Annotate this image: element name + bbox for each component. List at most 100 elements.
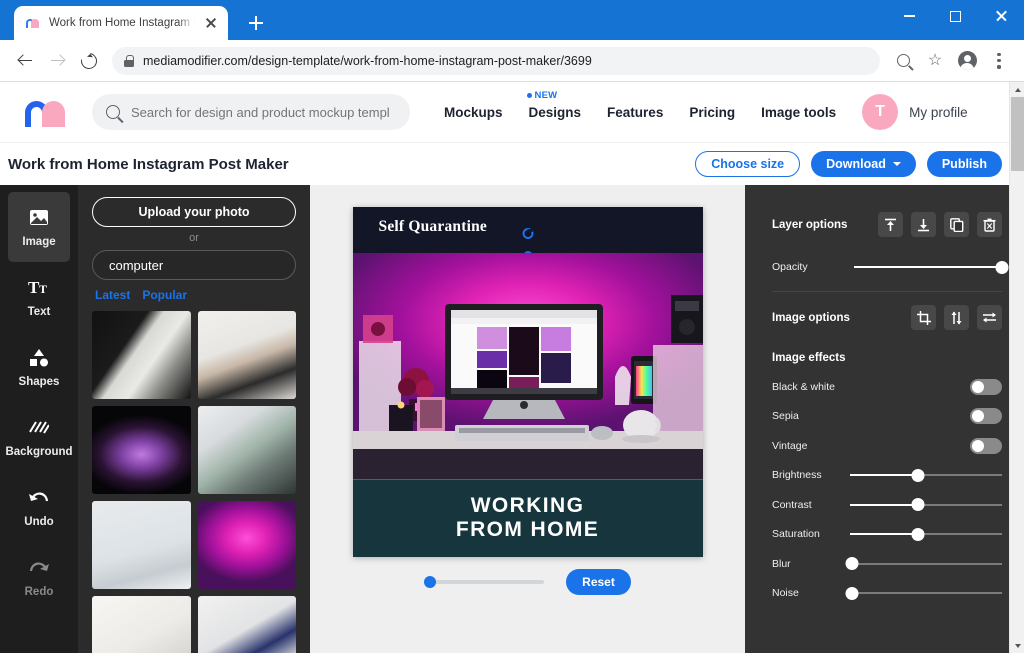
browser-menu-button[interactable] [984, 46, 1014, 76]
page-scrollbar[interactable] [1009, 82, 1024, 653]
rail-item-undo[interactable]: Undo [8, 472, 70, 542]
photo-search-input[interactable] [109, 258, 279, 273]
rotate-handle[interactable] [522, 228, 533, 239]
brightness-slider[interactable] [850, 468, 1002, 482]
opacity-slider[interactable] [854, 260, 1002, 274]
blur-slider-knob[interactable] [845, 557, 858, 570]
nav-item-pricing[interactable]: Pricing [689, 105, 735, 120]
bookmark-button[interactable]: ☆ [920, 46, 950, 76]
sort-links: Latest Popular [95, 288, 296, 302]
nav-item-features[interactable]: Features [607, 105, 663, 120]
new-tab-button[interactable] [242, 9, 270, 37]
duplicate-button[interactable] [944, 212, 969, 237]
blur-slider[interactable] [850, 557, 1002, 571]
rail-item-shapes[interactable]: Shapes [8, 332, 70, 402]
reset-button[interactable]: Reset [566, 569, 631, 595]
flip-horizontal-button[interactable] [977, 305, 1002, 330]
upload-label: Upload your photo [138, 205, 249, 219]
minimize-button[interactable] [886, 0, 932, 32]
design-canvas[interactable]: Self Quarantine [353, 207, 703, 557]
zoom-slider[interactable] [424, 580, 544, 584]
close-button[interactable] [978, 0, 1024, 32]
reload-icon [78, 49, 100, 71]
scroll-up-button[interactable] [1010, 82, 1024, 97]
browser-tab[interactable]: Work from Home Instagram Post [14, 6, 228, 40]
mediamodifier-logo[interactable] [24, 95, 80, 129]
chevron-down-icon [893, 162, 901, 166]
upload-photo-button[interactable]: Upload your photo [92, 197, 296, 227]
rail-label: Background [5, 446, 72, 458]
sort-latest[interactable]: Latest [95, 288, 130, 302]
choose-size-button[interactable]: Choose size [695, 151, 800, 177]
rail-label: Image [22, 236, 55, 248]
photo-search-field[interactable] [92, 250, 296, 280]
bring-to-front-button[interactable] [878, 212, 903, 237]
photo-thumbnail[interactable] [198, 596, 297, 653]
sepia-toggle[interactable] [970, 408, 1002, 424]
zoom-button[interactable] [888, 46, 918, 76]
noise-slider-knob[interactable] [845, 587, 858, 600]
effect-label: Vintage [772, 440, 892, 452]
canvas-footer-band[interactable]: WORKING FROM HOME [353, 479, 703, 557]
address-bar[interactable]: mediamodifier.com/design-template/work-f… [112, 47, 880, 75]
photo-thumbnail[interactable] [92, 311, 191, 399]
photo-thumbnail[interactable] [92, 596, 191, 653]
delete-button[interactable] [977, 212, 1002, 237]
brightness-slider-knob[interactable] [912, 469, 925, 482]
rail-label: Shapes [19, 376, 60, 388]
effect-saturation: Saturation [772, 520, 1002, 550]
photo-thumbnail[interactable] [92, 406, 191, 494]
publish-button[interactable]: Publish [927, 151, 1002, 177]
opacity-slider-knob[interactable] [996, 261, 1009, 274]
canvas-heading-text[interactable]: Self Quarantine [379, 218, 488, 236]
rail-label: Undo [24, 516, 53, 528]
rail-item-background[interactable]: Background [8, 402, 70, 472]
search-input[interactable] [131, 105, 396, 120]
avatar: T [862, 94, 898, 130]
editor: Image TT Text Shapes [0, 185, 1024, 653]
new-badge: NEW [527, 90, 558, 101]
saturation-slider-knob[interactable] [912, 528, 925, 541]
crop-button[interactable] [911, 305, 936, 330]
flip-vertical-button[interactable] [944, 305, 969, 330]
saturation-slider[interactable] [850, 527, 1002, 541]
scroll-down-button[interactable] [1010, 638, 1024, 653]
noise-slider[interactable] [850, 586, 1002, 600]
send-to-back-button[interactable] [911, 212, 936, 237]
nav-item-designs[interactable]: NEW Designs [529, 105, 582, 120]
profile-menu[interactable]: T My profile [862, 94, 968, 130]
contrast-slider[interactable] [850, 498, 1002, 512]
menu-dots-icon [997, 53, 1001, 69]
vintage-toggle[interactable] [970, 438, 1002, 454]
nav-item-image-tools[interactable]: Image tools [761, 105, 836, 120]
zoom-slider-knob[interactable] [424, 576, 436, 588]
profile-button[interactable] [952, 46, 982, 76]
reload-button[interactable] [74, 46, 104, 76]
photo-thumbnail[interactable] [198, 501, 297, 589]
site-search[interactable] [92, 94, 410, 130]
maximize-button[interactable] [932, 0, 978, 32]
nav-item-mockups[interactable]: Mockups [444, 105, 503, 120]
back-button[interactable] [10, 46, 40, 76]
rail-item-image[interactable]: Image [8, 192, 70, 262]
panel-divider [772, 291, 1002, 292]
tab-close-icon[interactable] [202, 14, 220, 32]
canvas-photo-layer[interactable] [353, 253, 703, 479]
forward-button[interactable] [42, 46, 72, 76]
black-and-white-toggle[interactable] [970, 379, 1002, 395]
contrast-slider-knob[interactable] [912, 498, 925, 511]
rail-item-redo[interactable]: Redo [8, 542, 70, 612]
flip-horizontal-icon [982, 311, 997, 324]
publish-label: Publish [942, 157, 987, 171]
rail-item-text[interactable]: TT Text [8, 262, 70, 332]
image-options-row: Image options [772, 305, 1002, 330]
photo-thumbnail[interactable] [198, 311, 297, 399]
photo-thumbnail[interactable] [92, 501, 191, 589]
download-button[interactable]: Download [811, 151, 916, 177]
scrollbar-thumb[interactable] [1011, 97, 1024, 171]
profile-icon [958, 51, 977, 70]
svg-text:T: T [39, 282, 47, 296]
reset-label: Reset [582, 575, 615, 589]
photo-thumbnail[interactable] [198, 406, 297, 494]
sort-popular[interactable]: Popular [142, 288, 187, 302]
